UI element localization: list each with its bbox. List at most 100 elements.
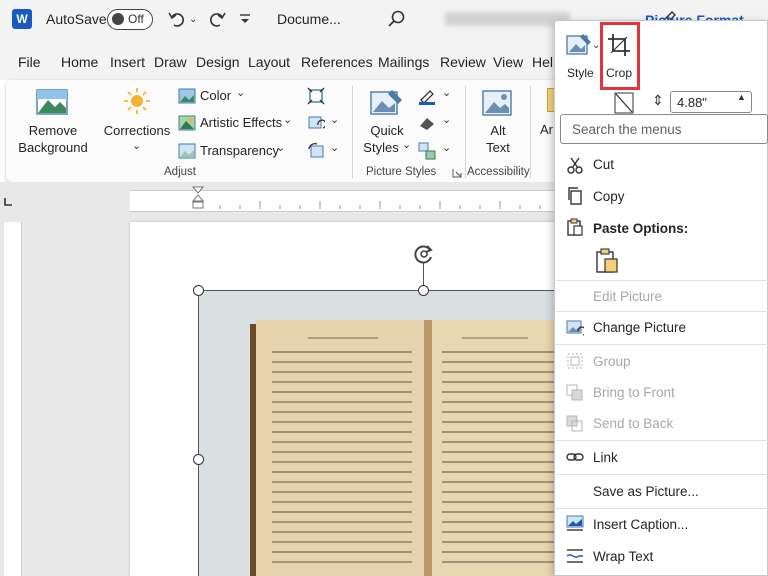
menu-item-change-picture[interactable]: Change Picture [593,320,686,335]
color-label[interactable]: Color [200,88,231,103]
menu-item-group: Group [593,354,631,369]
color-icon[interactable] [178,88,196,104]
vertical-ruler[interactable] [4,222,22,576]
menu-item-cut[interactable]: Cut [593,157,614,172]
remove-background-label-2[interactable]: Background [14,140,92,155]
menu-divider [556,280,768,281]
change-picture-dropdown-icon[interactable]: ⌄ [330,113,339,126]
picture-effects-dropdown-icon[interactable]: ⌄ [442,113,451,126]
transparency-icon[interactable] [178,143,196,159]
picture-border-dropdown-icon[interactable]: ⌄ [442,86,451,99]
arrange-label[interactable]: Ar [540,122,553,137]
menu-divider [556,311,768,312]
tab-insert[interactable]: Insert [110,54,145,70]
alt-text-label-1[interactable]: Alt [478,123,518,138]
tab-draw[interactable]: Draw [154,54,187,70]
style-label[interactable]: Style [567,66,594,80]
menu-search-input[interactable]: Search the menus [560,114,768,144]
copy-icon [566,187,584,205]
corrections-dropdown-icon[interactable]: ⌄ [132,139,141,152]
menu-item-send-to-back: Send to Back [593,416,674,431]
menu-item-save-as-picture[interactable]: Save as Picture... [593,484,699,499]
dialog-launcher-icon[interactable] [452,166,462,178]
resize-handle-top-left[interactable] [193,285,204,296]
insert-caption-icon [566,515,584,533]
resize-handle-top[interactable] [418,285,429,296]
compress-pictures-icon[interactable] [307,87,325,105]
menu-item-edit-picture: Edit Picture [593,289,663,304]
picture-effects-icon[interactable] [418,114,436,132]
menu-item-bring-to-front: Bring to Front [593,385,675,400]
paste-icon [566,218,584,236]
autosave-toggle[interactable]: Off [107,9,153,30]
search-icon[interactable] [386,8,408,30]
customize-toolbar-icon[interactable] [238,9,252,31]
undo-dropdown-icon[interactable]: ⌄ [189,14,197,25]
tab-home[interactable]: Home [61,54,98,70]
adjust-group-label: Adjust [164,166,196,178]
style-icon[interactable] [566,32,592,58]
transparency-dropdown-icon[interactable]: ⌄ [276,141,285,154]
document-title[interactable]: Docume... [277,11,341,27]
remove-background-label-1[interactable]: Remove [18,123,88,138]
paste-keep-formatting-icon[interactable] [594,248,620,274]
tab-help[interactable]: Hel [532,54,553,70]
tab-layout[interactable]: Layout [248,54,290,70]
autosave-state: Off [128,12,144,26]
account-name[interactable] [445,12,570,26]
group-separator [465,86,466,178]
menu-divider [556,344,768,345]
quick-styles-icon[interactable] [370,88,404,118]
reset-picture-icon[interactable] [307,142,325,160]
tab-design[interactable]: Design [196,54,240,70]
corrections-icon[interactable] [122,86,152,116]
wrap-text-icon [566,547,584,565]
selected-picture[interactable] [198,290,556,576]
undo-icon[interactable] [166,8,188,30]
selection-border [198,290,556,291]
transparency-label[interactable]: Transparency [200,143,279,158]
tab-mailings[interactable]: Mailings [378,54,429,70]
spinner-icon[interactable]: ▲ [737,92,746,102]
group-separator [530,86,531,178]
word-logo-icon: W [12,9,32,29]
tab-selector-icon[interactable] [3,195,13,206]
color-dropdown-icon[interactable]: ⌄ [236,86,245,99]
picture-layout-dropdown-icon[interactable]: ⌄ [442,141,451,154]
menu-item-link[interactable]: Link [593,450,618,465]
menu-item-wrap-text[interactable]: Wrap Text [593,549,653,564]
change-picture-menu-icon [566,319,587,337]
picture-layout-icon[interactable] [418,142,436,160]
resize-handle-left[interactable] [193,454,204,465]
alt-text-label-2[interactable]: Text [478,140,518,155]
artistic-effects-icon[interactable] [178,115,196,131]
quick-styles-dropdown-icon[interactable]: ⌄ [402,138,411,151]
tab-file[interactable]: File [18,54,41,70]
menu-paste-options-label: Paste Options: [593,221,689,236]
change-picture-icon[interactable] [307,114,327,132]
height-spin-icon: ⇕ [652,92,664,108]
alt-text-icon[interactable] [482,88,514,118]
rotate-handle-icon[interactable] [412,242,436,266]
tab-review[interactable]: Review [440,54,486,70]
quick-styles-label-2[interactable]: Styles [356,140,406,155]
cut-icon [566,156,584,174]
menu-divider [556,508,768,509]
tab-view[interactable]: View [493,54,523,70]
picture-styles-group-label: Picture Styles [366,166,437,178]
height-icon [614,92,634,114]
remove-background-icon[interactable] [36,88,68,116]
corrections-label[interactable]: Corrections [102,123,172,138]
reset-picture-dropdown-icon[interactable]: ⌄ [330,141,339,154]
tab-references[interactable]: References [301,54,373,70]
send-to-back-icon [566,415,584,433]
quick-styles-label-1[interactable]: Quick [358,123,416,138]
artistic-effects-label[interactable]: Artistic Effects [200,115,282,130]
picture-border-icon[interactable] [418,87,436,105]
redo-icon[interactable] [206,8,228,30]
indent-marker-icon[interactable] [191,186,205,210]
menu-item-insert-caption[interactable]: Insert Caption... [593,517,688,532]
menu-item-copy[interactable]: Copy [593,189,625,204]
artistic-effects-dropdown-icon[interactable]: ⌄ [283,113,292,126]
bring-to-front-icon [566,384,584,402]
